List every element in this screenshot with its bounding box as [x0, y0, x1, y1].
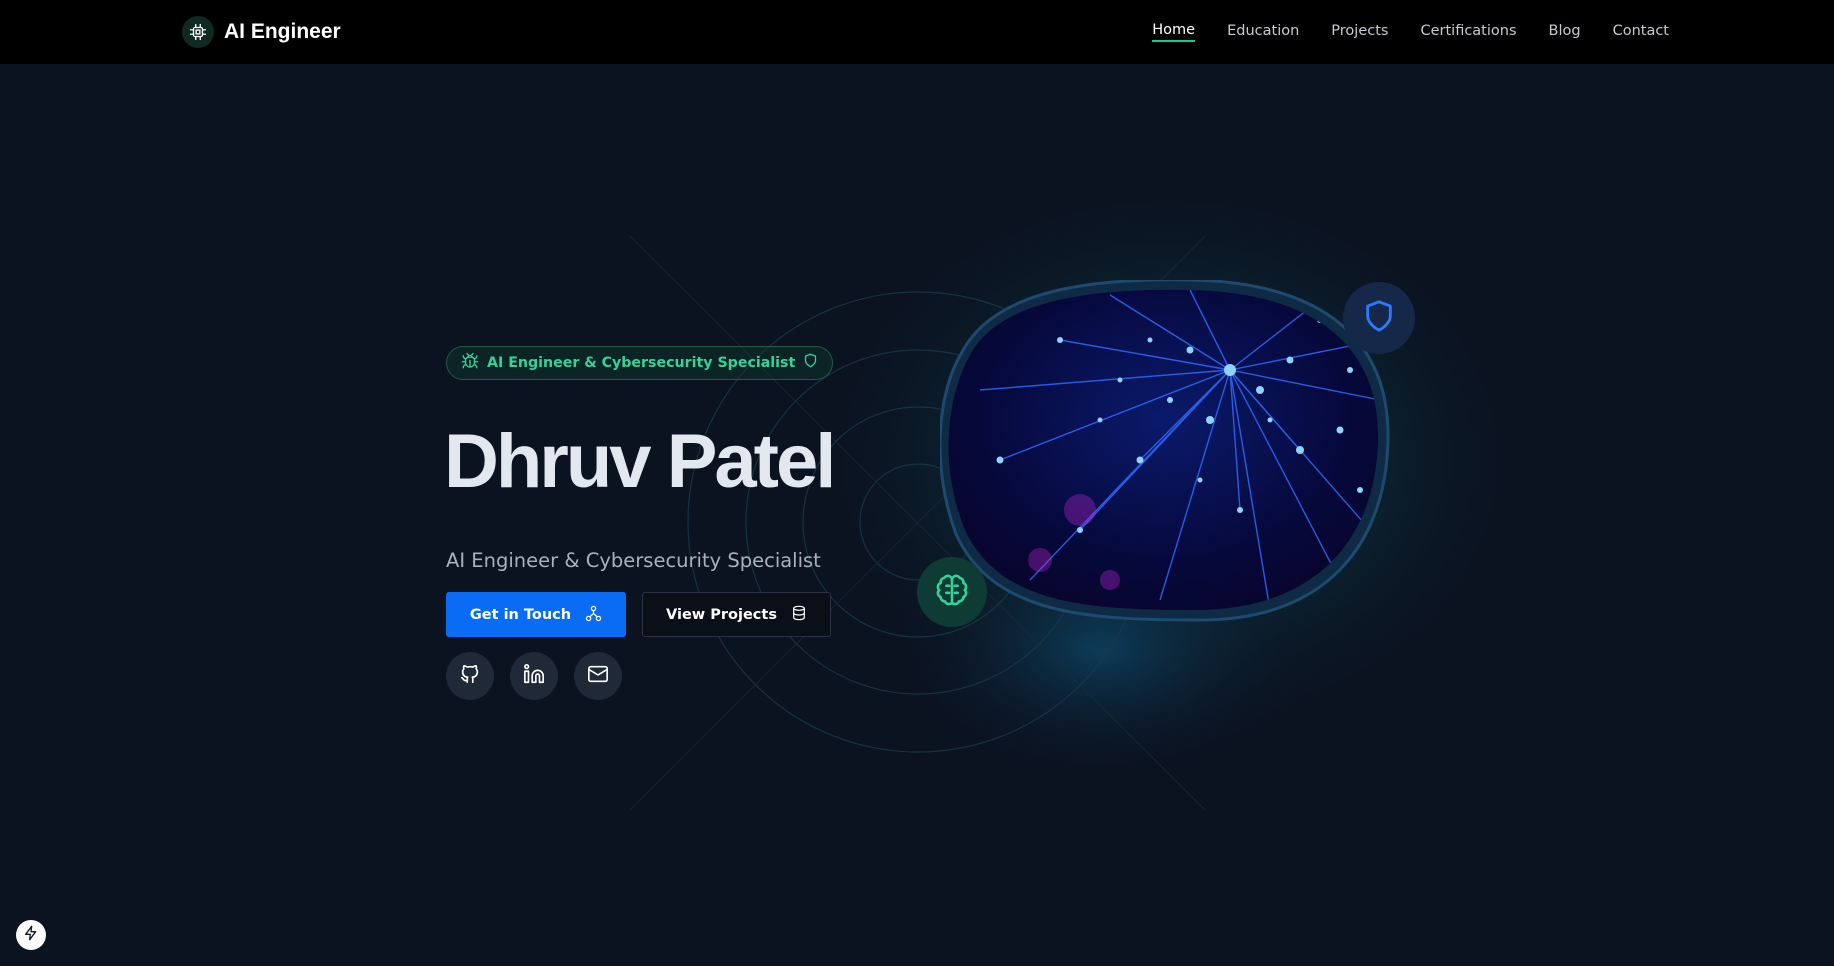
linkedin-icon	[523, 663, 545, 690]
linkedin-link[interactable]	[510, 652, 558, 700]
bug-icon	[461, 352, 479, 375]
social-links	[446, 652, 622, 700]
neural-network-image	[940, 280, 1390, 622]
network-icon	[585, 605, 602, 625]
bolt-icon	[23, 925, 39, 946]
hero-name: Dhruv Patel	[444, 419, 836, 504]
nav-item-projects[interactable]: Projects	[1331, 23, 1388, 41]
nav-item-blog[interactable]: Blog	[1549, 23, 1581, 41]
view-projects-label: View Projects	[666, 606, 777, 623]
nav-item-home[interactable]: Home	[1152, 22, 1196, 42]
brand-title: AI Engineer	[224, 20, 341, 43]
view-projects-button[interactable]: View Projects	[642, 592, 831, 637]
email-link[interactable]	[574, 652, 622, 700]
navbar: AI Engineer Home Education Projects Cert…	[0, 0, 1834, 64]
mail-icon	[587, 663, 609, 690]
hero-subtitle: AI Engineer & Cybersecurity Specialist	[446, 549, 821, 572]
cpu-icon	[182, 16, 214, 48]
role-tag: AI Engineer & Cybersecurity Specialist	[446, 346, 834, 380]
corner-badge[interactable]	[16, 920, 46, 950]
hero-background-decor	[629, 160, 1550, 811]
role-tag-text: AI Engineer & Cybersecurity Specialist	[487, 355, 796, 371]
nav-links: Home Education Projects Certifications B…	[1152, 0, 1669, 64]
brain-icon	[935, 573, 969, 612]
shield-icon	[803, 353, 818, 373]
database-icon	[791, 605, 807, 624]
shield-icon	[1362, 299, 1396, 338]
floating-brain-badge	[917, 557, 987, 627]
nav-item-education[interactable]: Education	[1227, 23, 1299, 41]
nav-item-contact[interactable]: Contact	[1613, 23, 1669, 41]
github-link[interactable]	[446, 652, 494, 700]
nav-item-certifications[interactable]: Certifications	[1420, 23, 1516, 41]
floating-shield-badge	[1343, 282, 1415, 354]
get-in-touch-label: Get in Touch	[469, 606, 572, 623]
brand[interactable]: AI Engineer	[182, 15, 341, 49]
github-icon	[459, 663, 481, 690]
get-in-touch-button[interactable]: Get in Touch	[446, 592, 626, 637]
